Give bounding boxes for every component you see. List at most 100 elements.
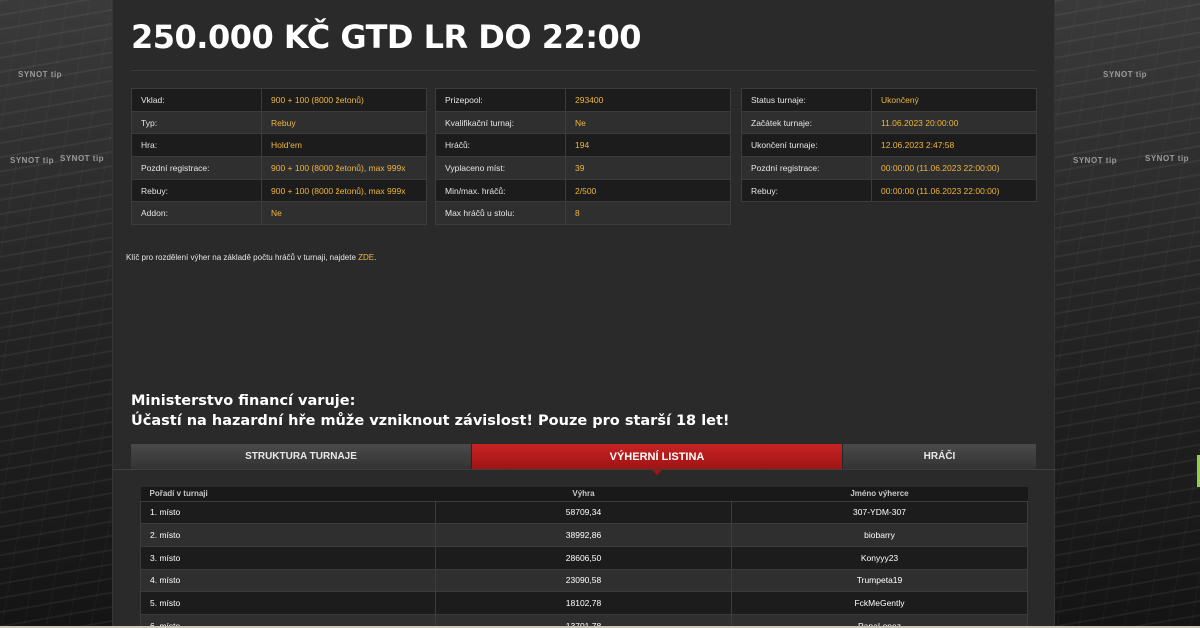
brand-watermark: SYNOT tip bbox=[60, 154, 105, 163]
info-row: Kvalifikační turnaj: Ne bbox=[435, 110, 731, 135]
payout-key-text: Klíč pro rozdělení výher na základě počt… bbox=[126, 253, 359, 262]
info-value: 900 + 100 (8000 žetonů), max 999x bbox=[261, 178, 427, 203]
info-value: 900 + 100 (8000 žetonů) bbox=[261, 88, 427, 112]
info-row: Min/max. hráčů: 2/500 bbox=[435, 178, 731, 203]
background-left-stadium: SYNOT tip SYNOT tip SYNOT tip bbox=[0, 0, 112, 628]
table-row: 1. místo 58709,34 307-YDM-307 bbox=[140, 500, 1028, 525]
tournament-detail-panel: 250.000 KČ GTD LR DO 22:00 Vklad: 900 + 1… bbox=[112, 0, 1056, 628]
info-label: Vklad: bbox=[131, 88, 262, 112]
info-value: 00:00:00 (11.06.2023 22:00:00) bbox=[871, 178, 1037, 203]
info-label: Typ: bbox=[131, 110, 262, 135]
info-label: Ukončení turnaje: bbox=[741, 133, 872, 158]
info-row: Pozdní registrace: 00:00:00 (11.06.2023 2… bbox=[741, 156, 1037, 180]
cell-rank: 1. místo bbox=[140, 500, 436, 525]
table-row: 2. místo 38992,86 biobarry bbox=[140, 523, 1028, 547]
info-label: Vyplaceno míst: bbox=[435, 156, 566, 180]
info-table-players: Prizepool: 293400 Kvalifikační turnaj: Ne Hr… bbox=[435, 88, 731, 226]
brand-watermark: SYNOT tip bbox=[1103, 70, 1148, 79]
info-value: 39 bbox=[565, 156, 731, 180]
info-row: Rebuy: 900 + 100 (8000 žetonů), max 999x bbox=[131, 178, 427, 203]
info-value: 11.06.2023 20:00:00 bbox=[871, 110, 1037, 135]
info-row: Začátek turnaje: 11.06.2023 20:00:00 bbox=[741, 110, 1037, 135]
info-row: Pozdní registrace: 900 + 100 (8000 žetonů… bbox=[131, 156, 427, 180]
payout-table-header: Pořadí v turnaji Výhra Jméno výherce bbox=[140, 487, 1028, 501]
tab-bar: STRUKTURA TURNAJE VÝHERNÍ LISTINA HRÁČI bbox=[131, 444, 1036, 475]
info-value: Ne bbox=[565, 110, 731, 135]
background-right-stadium: SYNOT tip SYNOT tip SYNOT tip bbox=[1055, 0, 1200, 628]
cell-rank: 5. místo bbox=[140, 591, 436, 615]
table-row: 4. místo 23090,58 Trumpeta19 bbox=[140, 568, 1028, 593]
brand-watermark: SYNOT tip bbox=[1145, 154, 1190, 163]
tab-payouts[interactable]: VÝHERNÍ LISTINA bbox=[472, 444, 843, 475]
info-row: Vklad: 900 + 100 (8000 žetonů) bbox=[131, 88, 427, 112]
info-value: 293400 bbox=[565, 88, 731, 112]
info-label: Addon: bbox=[131, 201, 262, 226]
cell-winner: FckMeGently bbox=[731, 591, 1028, 615]
info-value: 12.06.2023 2:47:58 bbox=[871, 133, 1037, 158]
info-value: 900 + 100 (8000 žetonů), max 999x bbox=[261, 156, 427, 180]
page-title: 250.000 KČ GTD LR DO 22:00 bbox=[131, 18, 642, 56]
info-label: Začátek turnaje: bbox=[741, 110, 872, 135]
info-label: Max hráčů u stolu: bbox=[435, 201, 566, 226]
info-value: 00:00:00 (11.06.2023 22:00:00) bbox=[871, 156, 1037, 180]
table-row: 3. místo 28606,50 Konyyy23 bbox=[140, 545, 1028, 570]
payout-key-suffix: . bbox=[374, 253, 377, 262]
cell-winner: Konyyy23 bbox=[731, 545, 1028, 570]
info-label: Rebuy: bbox=[131, 178, 262, 203]
brand-watermark: SYNOT tip bbox=[10, 156, 55, 165]
cell-prize: 18102,78 bbox=[435, 591, 732, 615]
warning-line-1: Ministerstvo financí varuje: bbox=[131, 393, 356, 409]
info-value: 194 bbox=[565, 133, 731, 158]
info-label: Rebuy: bbox=[741, 178, 872, 203]
info-value: Hold'em bbox=[261, 133, 427, 158]
info-value: Ukončený bbox=[871, 88, 1037, 112]
cell-prize: 23090,58 bbox=[435, 568, 732, 593]
cell-prize: 38992,86 bbox=[435, 523, 732, 547]
payout-key-link[interactable]: ZDE bbox=[358, 253, 374, 262]
brand-watermark: SYNOT tip bbox=[1073, 156, 1118, 165]
tab-divider bbox=[113, 469, 1056, 470]
info-label: Min/max. hráčů: bbox=[435, 178, 566, 203]
cell-prize: 28606,50 bbox=[435, 545, 732, 570]
tab-structure[interactable]: STRUKTURA TURNAJE bbox=[131, 444, 472, 469]
info-row: Typ: Rebuy bbox=[131, 110, 427, 135]
info-row: Prizepool: 293400 bbox=[435, 88, 731, 112]
info-label: Hráčů: bbox=[435, 133, 566, 158]
info-value: 8 bbox=[565, 201, 731, 226]
info-value: Rebuy bbox=[261, 110, 427, 135]
info-row: Vyplaceno míst: 39 bbox=[435, 156, 731, 180]
cell-winner: biobarry bbox=[731, 523, 1028, 547]
warning-line-2: Účastí na hazardní hře může vzniknout zá… bbox=[131, 413, 730, 429]
cell-rank: 2. místo bbox=[140, 523, 436, 547]
info-label: Pozdní registrace: bbox=[741, 156, 872, 180]
cell-winner: 307-YDM-307 bbox=[731, 500, 1028, 525]
info-row: Ukončení turnaje: 12.06.2023 2:47:58 bbox=[741, 133, 1037, 158]
table-row: 5. místo 18102,78 FckMeGently bbox=[140, 591, 1028, 615]
info-label: Kvalifikační turnaj: bbox=[435, 110, 566, 135]
info-label: Hra: bbox=[131, 133, 262, 158]
cell-rank: 4. místo bbox=[140, 568, 436, 593]
info-row: Hráčů: 194 bbox=[435, 133, 731, 158]
title-divider bbox=[131, 70, 1036, 71]
column-header-rank: Pořadí v turnaji bbox=[140, 487, 436, 501]
payout-table: Pořadí v turnaji Výhra Jméno výherce 1. … bbox=[140, 487, 1028, 628]
cell-prize: 58709,34 bbox=[435, 500, 732, 525]
info-row: Hra: Hold'em bbox=[131, 133, 427, 158]
column-header-winner: Jméno výherce bbox=[731, 487, 1028, 501]
cell-rank: 3. místo bbox=[140, 545, 436, 570]
payout-key-note: Klíč pro rozdělení výher na základě počt… bbox=[126, 253, 376, 262]
info-row: Status turnaje: Ukončený bbox=[741, 88, 1037, 112]
gambling-warning: Ministerstvo financí varuje: Účastí na h… bbox=[131, 391, 730, 431]
info-label: Status turnaje: bbox=[741, 88, 872, 112]
info-row: Addon: Ne bbox=[131, 201, 427, 226]
info-row: Max hráčů u stolu: 8 bbox=[435, 201, 731, 226]
info-table-entry: Vklad: 900 + 100 (8000 žetonů) Typ: Rebuy Hr… bbox=[131, 88, 427, 226]
tab-players[interactable]: HRÁČI bbox=[843, 444, 1036, 469]
column-header-prize: Výhra bbox=[435, 487, 732, 501]
info-label: Pozdní registrace: bbox=[131, 156, 262, 180]
info-table-status: Status turnaje: Ukončený Začátek turnaje: 1… bbox=[741, 88, 1037, 203]
info-label: Prizepool: bbox=[435, 88, 566, 112]
cell-winner: Trumpeta19 bbox=[731, 568, 1028, 593]
brand-watermark: SYNOT tip bbox=[18, 70, 63, 79]
info-value: 2/500 bbox=[565, 178, 731, 203]
